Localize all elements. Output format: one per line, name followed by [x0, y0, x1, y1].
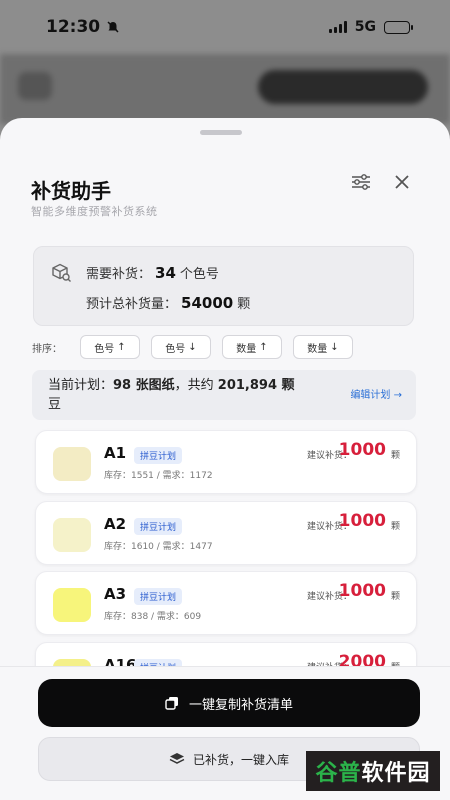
total-restock-line: 预计总补货量： 54000 颗	[86, 293, 250, 312]
restock-item-card[interactable]: A2 拼豆计划 库存：1610 / 需求：1477 建议补货： 1000 颗	[35, 501, 417, 565]
plan-prefix: 当前计划：	[48, 378, 114, 393]
chip-label: 数量	[236, 343, 257, 355]
close-button[interactable]	[388, 168, 416, 196]
watermark-part2: 软件园	[361, 761, 431, 786]
color-swatch	[53, 518, 91, 552]
close-icon	[395, 175, 409, 189]
restock-summary: 需要补货： 34 个色号 预计总补货量： 54000 颗	[33, 246, 414, 326]
plan-suffix: 豆	[48, 397, 62, 412]
sort-code-desc-button[interactable]: 色号 ↓	[151, 335, 211, 359]
plan-beads: 201,894 颗	[217, 378, 295, 393]
total-restock-label: 预计总补货量：	[86, 297, 178, 312]
plan-count: 98 张图纸	[113, 378, 175, 393]
total-restock-count: 54000	[181, 294, 234, 312]
arrow-down-icon: ↓	[330, 341, 339, 353]
chip-label: 色号	[94, 343, 115, 355]
suggest-unit: 颗	[390, 522, 400, 532]
need-restock-label: 需要补货：	[86, 267, 152, 282]
suggest-value: 1000	[338, 581, 386, 601]
color-code: A3	[104, 585, 127, 603]
signal-icon	[328, 21, 347, 33]
filter-settings-button[interactable]	[347, 168, 375, 196]
color-code: A1	[104, 444, 127, 462]
background-app-blur	[0, 54, 450, 124]
color-code: A2	[104, 515, 127, 533]
status-bar: 12:30 5G	[0, 0, 450, 54]
stock-demand: 库存：1610 / 需求：1477	[104, 542, 213, 552]
mute-bell-icon	[107, 21, 119, 33]
sheet-grabber[interactable]	[200, 130, 242, 135]
plan-tag: 拼豆计划	[134, 447, 183, 464]
need-restock-line: 需要补货： 34 个色号	[86, 263, 219, 282]
current-plan-text: 当前计划：98 张图纸，共约 201,894 颗豆	[48, 376, 334, 414]
status-time: 12:30	[46, 17, 120, 37]
sliders-icon	[352, 174, 370, 190]
plan-middle: ，共约	[174, 378, 218, 393]
suggest-value: 1000	[338, 511, 386, 531]
copy-icon	[165, 697, 178, 710]
restock-assistant-sheet: 补货助手 智能多维度预警补货系统 需要补货：34个色号 预计总补货量：54	[0, 118, 450, 800]
sort-qty-desc-button[interactable]: 数量 ↓	[293, 335, 353, 359]
sort-row: 排序： 色号 ↑ 色号 ↓ 数量 ↑ 数量 ↓	[32, 335, 364, 359]
restock-item-card[interactable]: A3 拼豆计划 库存：838 / 需求：609 建议补货： 1000 颗	[35, 571, 417, 635]
box-search-icon	[52, 263, 71, 282]
restock-button-label: 已补货，一键入库	[192, 752, 289, 767]
clock: 12:30	[46, 17, 101, 37]
site-watermark: 谷普 软件园	[306, 751, 440, 791]
suggest-unit: 颗	[390, 592, 400, 602]
plan-tag: 拼豆计划	[134, 588, 183, 605]
stock-demand: 库存：1551 / 需求：1172	[104, 471, 213, 481]
arrow-up-icon: ↑	[259, 341, 268, 353]
suggest-unit: 颗	[390, 451, 400, 461]
sort-qty-asc-button[interactable]: 数量 ↑	[222, 335, 282, 359]
restock-item-card[interactable]: A1 拼豆计划 库存：1551 / 需求：1172 建议补货： 1000 颗	[35, 430, 417, 494]
sheet-subtitle: 智能多维度预警补货系统	[31, 205, 158, 218]
arrow-up-icon: ↑	[117, 341, 126, 353]
need-restock-count: 34	[155, 264, 176, 282]
total-restock-unit: 颗	[237, 297, 251, 312]
status-indicators: 5G	[328, 19, 413, 35]
current-plan-bar: 当前计划：98 张图纸，共约 201,894 颗豆 编辑计划 →	[32, 370, 416, 420]
stock-demand: 库存：838 / 需求：609	[104, 612, 202, 622]
arrow-down-icon: ↓	[188, 341, 197, 353]
chip-label: 色号	[165, 343, 186, 355]
copy-button-label: 一键复制补货清单	[188, 697, 293, 713]
copy-restock-list-button[interactable]: 一键复制补货清单	[38, 679, 420, 727]
watermark-part1: 谷普	[315, 761, 362, 786]
battery-icon	[384, 20, 413, 34]
suggest-value: 1000	[338, 440, 386, 460]
network-label: 5G	[354, 19, 376, 35]
chip-label: 数量	[307, 343, 328, 355]
sort-label: 排序：	[32, 343, 62, 355]
sort-code-asc-button[interactable]: 色号 ↑	[80, 335, 140, 359]
edit-plan-link[interactable]: 编辑计划 →	[350, 386, 402, 401]
plan-tag: 拼豆计划	[134, 518, 183, 535]
stack-layers-icon	[169, 753, 185, 764]
color-swatch	[53, 447, 91, 481]
sheet-title: 补货助手	[31, 179, 111, 203]
need-restock-unit: 个色号	[179, 267, 219, 282]
color-swatch	[53, 588, 91, 622]
